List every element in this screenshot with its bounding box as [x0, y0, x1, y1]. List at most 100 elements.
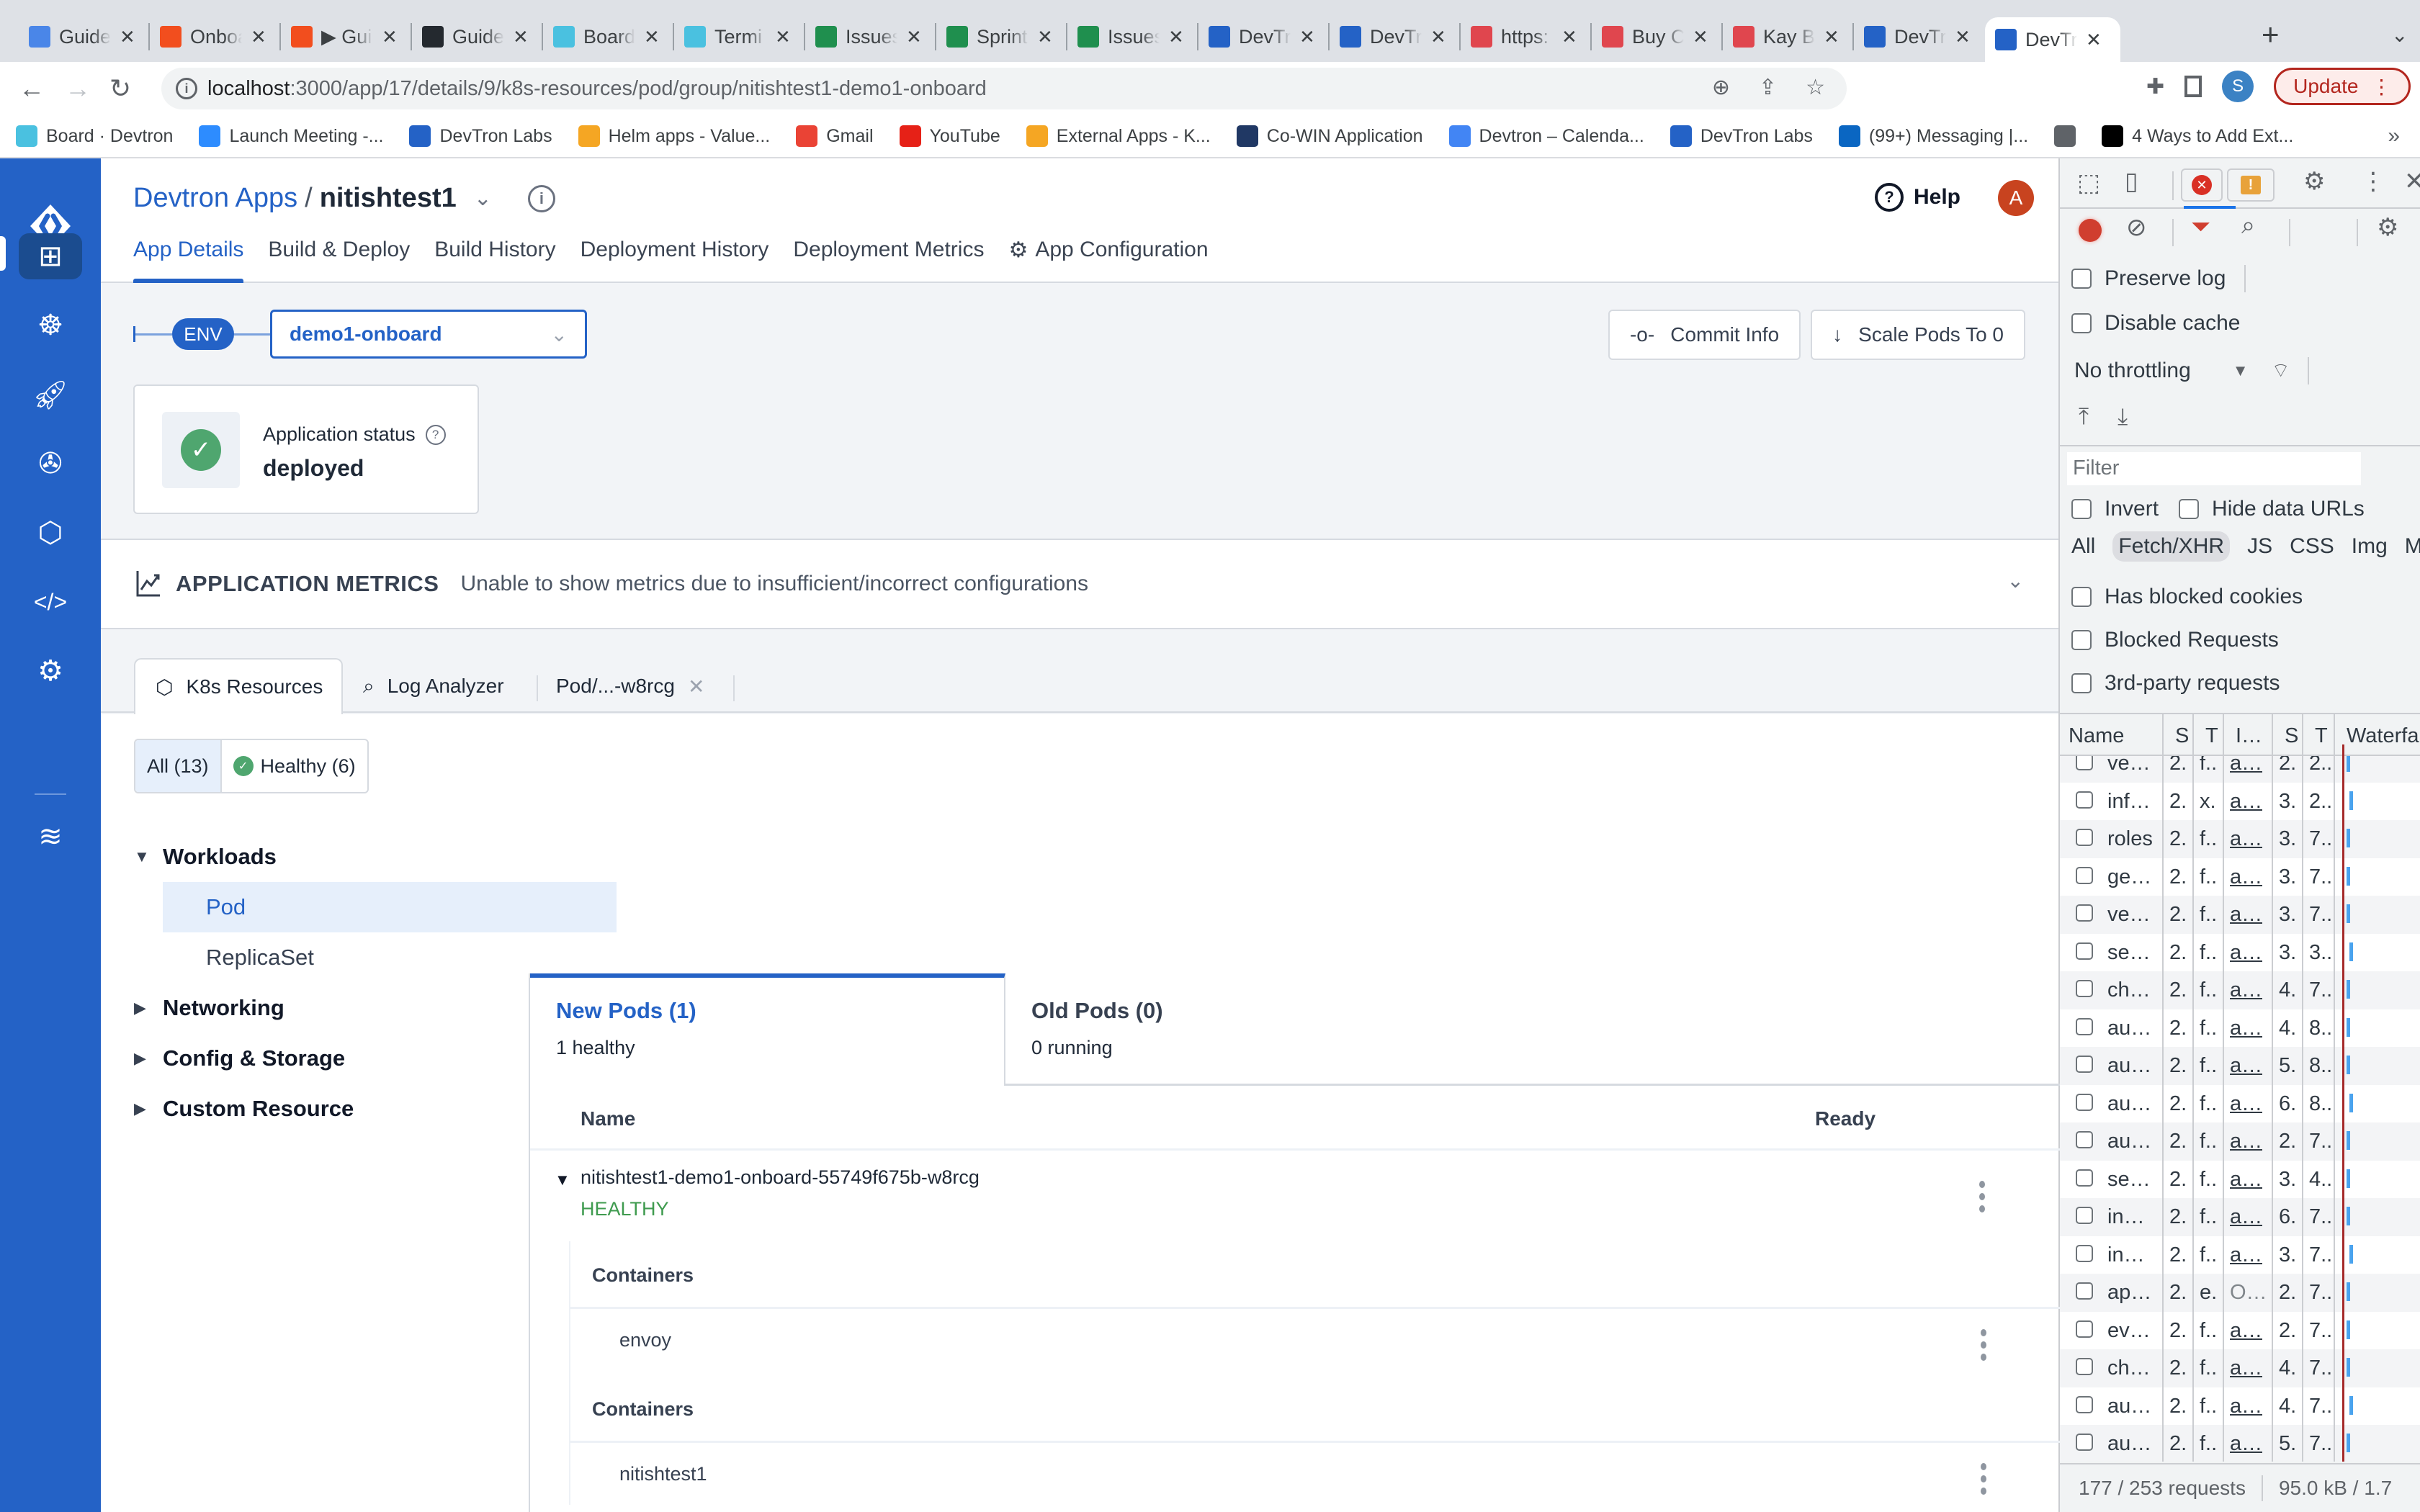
- request-initiator[interactable]: a…: [2230, 1243, 2262, 1267]
- column-header[interactable]: Waterfall: [2347, 724, 2420, 748]
- request-checkbox[interactable]: [2076, 1093, 2093, 1111]
- nav-helm-charts[interactable]: ☸: [19, 302, 82, 348]
- bookmark-item[interactable]: Board · Devtron: [16, 125, 173, 147]
- request-row[interactable]: se… 2. f.. a… 3. 3..: [2060, 934, 2420, 972]
- request-initiator[interactable]: a…: [2230, 865, 2262, 889]
- request-row[interactable]: au… 2. f.. a… 5. 8..: [2060, 1047, 2420, 1085]
- export-har-icon[interactable]: ⤓: [2118, 403, 2128, 431]
- request-row[interactable]: au… 2. f.. a… 5. 7..: [2060, 1425, 2420, 1462]
- help-button[interactable]: ? Help: [1874, 183, 1960, 212]
- side-panel-icon[interactable]: [2184, 76, 2202, 97]
- close-tab-icon[interactable]: ✕: [513, 26, 529, 48]
- bookmark-item[interactable]: Helm apps - Value...: [578, 125, 770, 147]
- share-icon[interactable]: ⇪: [1759, 75, 1777, 100]
- tab-new-pods[interactable]: New Pods (1) 1 healthy: [530, 973, 1005, 1086]
- close-tab-icon[interactable]: ✕: [1955, 26, 1971, 48]
- request-checkbox[interactable]: [2076, 1395, 2093, 1413]
- nav-stack-manager[interactable]: ≋: [19, 814, 82, 860]
- request-checkbox[interactable]: [2076, 1358, 2093, 1375]
- request-row[interactable]: in… 2. f.. a… 6. 7..: [2060, 1198, 2420, 1236]
- forward-button[interactable]: →: [65, 73, 91, 104]
- invert-checkbox[interactable]: [2071, 499, 2092, 519]
- tab-app-configuration[interactable]: ⚙ App Configuration: [1008, 238, 1208, 283]
- warnings-badge[interactable]: !: [2227, 168, 2275, 202]
- blocked-requests-checkbox[interactable]: [2071, 630, 2092, 650]
- browser-tab[interactable]: Kay B ✕: [1723, 17, 1854, 56]
- request-checkbox[interactable]: [2076, 1131, 2093, 1148]
- request-initiator[interactable]: a…: [2230, 978, 2262, 1002]
- errors-badge[interactable]: ✕: [2181, 168, 2223, 202]
- request-initiator[interactable]: a…: [2230, 1054, 2262, 1078]
- browser-tab[interactable]: Issues ✕: [805, 17, 936, 56]
- request-initiator[interactable]: a…: [2230, 1130, 2262, 1153]
- request-row[interactable]: ve… 2. f.. a… 3. 7..: [2060, 896, 2420, 934]
- extensions-icon[interactable]: ✚: [2146, 74, 2164, 99]
- close-tab-icon[interactable]: ✕: [1693, 26, 1708, 48]
- application-metrics-bar[interactable]: APPLICATION METRICS Unable to show metri…: [101, 539, 2058, 629]
- close-tab-icon[interactable]: ✕: [251, 26, 266, 48]
- bookmark-item[interactable]: DevTron Labs: [409, 125, 552, 147]
- breadcrumb-devtron-apps[interactable]: Devtron Apps: [133, 183, 297, 214]
- request-checkbox[interactable]: [2076, 791, 2093, 809]
- tab-log-analyzer[interactable]: ⌕ Log Analyzer: [363, 658, 504, 714]
- close-tab-icon[interactable]: ✕: [1430, 26, 1446, 48]
- request-row[interactable]: au… 2. f.. a… 4. 7..: [2060, 1387, 2420, 1426]
- app-info-icon[interactable]: i: [527, 184, 555, 212]
- network-conditions-icon[interactable]: ⌔: [2272, 359, 2290, 384]
- bookmark-item[interactable]: 4 Ways to Add Ext...: [2102, 125, 2293, 147]
- back-button[interactable]: ←: [19, 73, 45, 104]
- request-row[interactable]: ev… 2. f.. a… 2. 7..: [2060, 1312, 2420, 1350]
- request-checkbox[interactable]: [2076, 1207, 2093, 1224]
- request-initiator[interactable]: a…: [2230, 827, 2262, 851]
- type-filter-fetchxhr[interactable]: Fetch/XHR: [2112, 531, 2231, 562]
- browser-tab[interactable]: Buy C ✕: [1592, 17, 1723, 56]
- bookmark-item[interactable]: Gmail: [796, 125, 874, 147]
- profile-avatar[interactable]: S: [2222, 71, 2254, 102]
- tab-build-deploy[interactable]: Build & Deploy: [268, 238, 410, 283]
- request-row[interactable]: roles 2. f.. a… 3. 7..: [2060, 820, 2420, 858]
- column-header[interactable]: T: [2205, 724, 2230, 748]
- browser-tab[interactable]: Issues ✕: [1067, 17, 1198, 56]
- tab-app-details[interactable]: App Details: [133, 238, 244, 283]
- close-tab-icon[interactable]: ✕: [775, 26, 791, 48]
- request-checkbox[interactable]: [2076, 1017, 2093, 1035]
- container-name[interactable]: nitishtest1: [619, 1463, 707, 1485]
- tab-search-icon[interactable]: ⌄: [2391, 23, 2408, 47]
- request-checkbox[interactable]: [2076, 1434, 2093, 1451]
- filter-input[interactable]: Filter: [2067, 452, 2361, 485]
- bookmark-item[interactable]: Devtron – Calenda...: [1448, 125, 1644, 147]
- type-filter-m[interactable]: M: [2405, 534, 2420, 559]
- bookmark-item[interactable]: External Apps - K...: [1026, 125, 1211, 147]
- bookmark-item[interactable]: (99+) Messaging |...: [1838, 125, 2028, 147]
- request-row[interactable]: au… 2. f.. a… 4. 8..: [2060, 1009, 2420, 1048]
- request-initiator[interactable]: a…: [2230, 1319, 2262, 1343]
- network-settings-icon[interactable]: ⚙: [2377, 213, 2398, 242]
- blocked-cookies-checkbox[interactable]: [2071, 587, 2092, 607]
- request-row[interactable]: in… 2. f.. a… 3. 7..: [2060, 1236, 2420, 1274]
- nav-bulk-edit[interactable]: </>: [19, 579, 82, 625]
- bookmark-star-icon[interactable]: ☆: [1806, 75, 1825, 100]
- browser-tab[interactable]: Sprint ✕: [936, 17, 1067, 56]
- browser-tab[interactable]: DevTr ✕: [1985, 17, 2120, 62]
- request-initiator[interactable]: a…: [2230, 1395, 2262, 1418]
- browser-tab[interactable]: Guide ✕: [412, 17, 543, 56]
- import-har-icon[interactable]: ⤒: [2079, 403, 2089, 431]
- tab-deployment-metrics[interactable]: Deployment Metrics: [793, 238, 984, 283]
- app-switcher-chevron-icon[interactable]: ⌄: [474, 186, 492, 211]
- disable-cache-option[interactable]: Disable cache: [2071, 311, 2240, 336]
- request-checkbox[interactable]: [2076, 866, 2093, 884]
- caret-down-icon[interactable]: ▼: [555, 1171, 570, 1189]
- close-tab-icon[interactable]: ✕: [1168, 26, 1184, 48]
- blocked-cookies-option[interactable]: Has blocked cookies: [2071, 585, 2303, 609]
- request-row[interactable]: ge… 2. f.. a… 3. 7..: [2060, 858, 2420, 896]
- reload-button[interactable]: ↻: [109, 73, 131, 104]
- request-initiator[interactable]: a…: [2230, 1432, 2262, 1456]
- close-tab-icon[interactable]: ✕: [644, 26, 660, 48]
- column-divider[interactable]: [2192, 713, 2194, 1462]
- filter-healthy[interactable]: ✓ Healthy (6): [222, 740, 367, 792]
- nav-global-config[interactable]: ⚙: [19, 648, 82, 694]
- request-initiator[interactable]: a…: [2230, 903, 2262, 927]
- expand-chevron-icon[interactable]: ⌄: [2007, 569, 2024, 593]
- container-row[interactable]: envoy: [570, 1309, 2060, 1375]
- more-options-icon[interactable]: ⋮: [2361, 167, 2385, 196]
